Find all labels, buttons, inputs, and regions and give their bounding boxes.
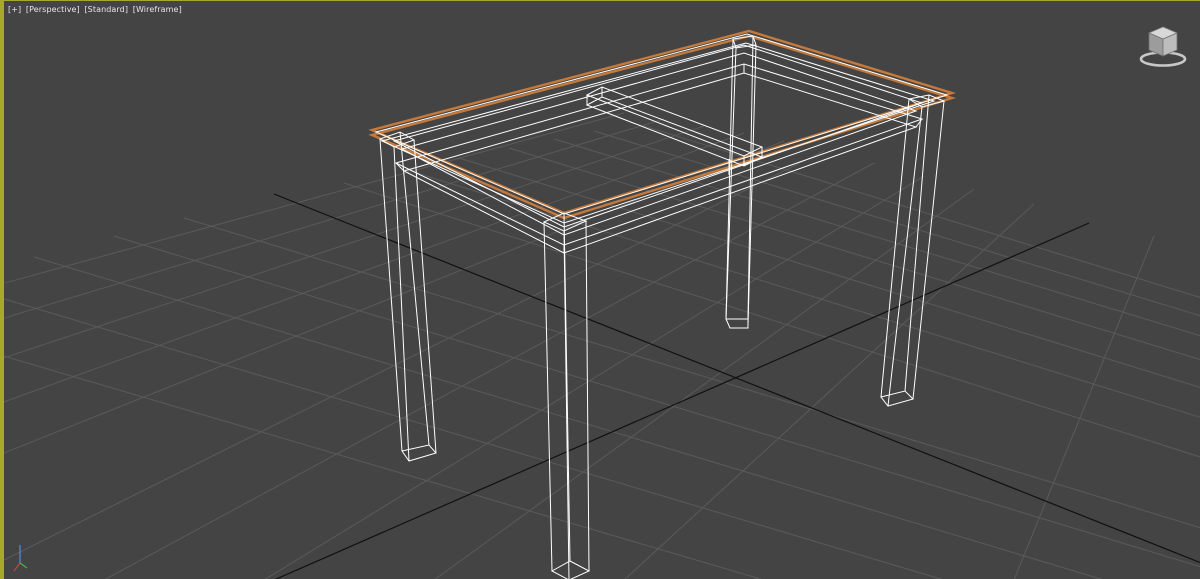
viewcube-icon[interactable] — [1136, 23, 1190, 71]
ground-grid — [4, 112, 1200, 579]
table-frame-wireframe[interactable] — [392, 44, 924, 254]
axis-tripod-icon — [13, 545, 28, 572]
viewport-shading-preset-menu[interactable]: [Standard] — [84, 5, 128, 14]
viewport-label-menu: [+] [Perspective] [Standard] [Wireframe] — [8, 5, 184, 14]
table-legs-wireframe[interactable] — [378, 35, 946, 579]
viewport-scene[interactable] — [4, 1, 1200, 579]
perspective-viewport[interactable]: [+] [Perspective] [Standard] [Wireframe] — [0, 0, 1200, 579]
viewport-shading-mode-menu[interactable]: [Wireframe] — [133, 5, 182, 14]
viewport-plus-menu[interactable]: [+] — [8, 5, 21, 14]
viewport-point-of-view-menu[interactable]: [Perspective] — [26, 5, 80, 14]
